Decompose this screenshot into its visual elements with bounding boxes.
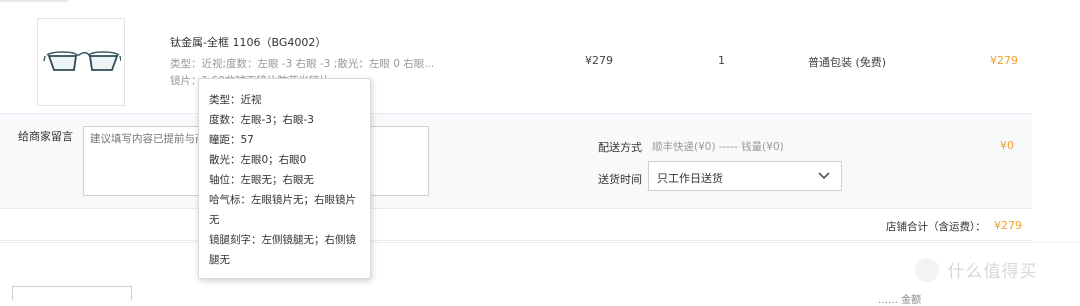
watermark-text: 什么值得买 [947, 262, 1038, 282]
unit-price: ¥279 [585, 54, 613, 67]
glasses-icon [43, 51, 121, 71]
product-spec[interactable]: 类型：近视;度数：左眼 -3 右眼 -3 ;散光：左眼 0 右眼... [170, 56, 434, 71]
bottom-partial-text: …… 金额 [878, 295, 922, 306]
store-total-row [0, 209, 1032, 241]
message-label: 给商家留言 [18, 130, 73, 143]
shipping-method-options[interactable]: 顺丰快递(¥0) ----- 钱量(¥0) [652, 139, 784, 154]
tooltip-line: 瞳距：57 [209, 134, 254, 146]
bottom-button[interactable] [12, 286, 132, 300]
tooltip-line: 类型：近视 [209, 94, 262, 106]
watermark-logo-icon [915, 257, 939, 282]
packaging-option: 普通包装 (免费) [808, 56, 887, 69]
delivery-time-select[interactable]: 只工作日送货 [648, 161, 842, 191]
tooltip-line: 哈气标：左眼镜片无；右眼镜片无 [209, 194, 356, 226]
product-title[interactable]: 钛金属-全框 1106（BG4002） [170, 34, 326, 50]
shipping-method-label: 配送方式 [598, 141, 642, 154]
watermark: 什么值得买 [915, 257, 1038, 282]
quantity: 1 [718, 54, 725, 67]
product-thumbnail[interactable] [37, 18, 125, 106]
store-total-label: 店铺合计（含运费）： [886, 221, 986, 233]
shipping-fee: ¥0 [1000, 139, 1014, 152]
delivery-time-value: 只工作日送货 [657, 172, 723, 185]
tooltip-line: 轴位：左眼无；右眼无 [209, 174, 314, 186]
tooltip-line: 散光：左眼0；右眼0 [209, 154, 307, 166]
tooltip-line: 度数：左眼-3；右眼-3 [209, 114, 314, 126]
store-total-value: ¥279 [994, 219, 1022, 232]
delivery-time-label: 送货时间 [598, 173, 642, 186]
chevron-down-icon [818, 172, 830, 180]
item-subtotal: ¥279 [990, 54, 1018, 67]
section-divider [0, 242, 1080, 243]
tooltip-line: 镜腿刻字：左侧镜腿无；右侧镜腿无 [209, 234, 356, 266]
spec-tooltip: 类型：近视 度数：左眼-3；右眼-3 瞳距：57 散光：左眼0；右眼0 轴位：左… [198, 78, 371, 279]
top-divider [0, 0, 68, 2]
